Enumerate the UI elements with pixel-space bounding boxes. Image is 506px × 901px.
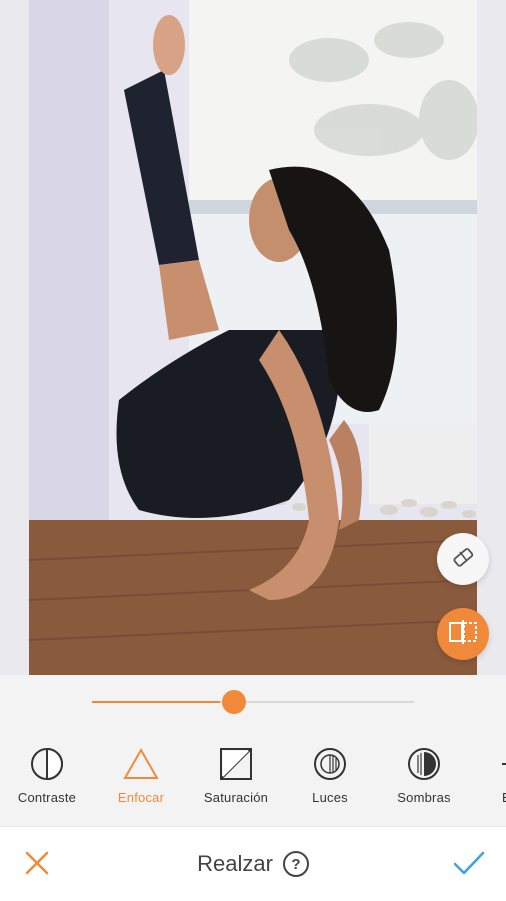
tool-saturacion[interactable]: Saturación: [193, 746, 279, 805]
eraser-icon: [450, 544, 476, 575]
tool-contraste[interactable]: Contraste: [4, 746, 90, 805]
compare-button[interactable]: [437, 608, 489, 660]
shadows-icon: [406, 746, 442, 787]
tool-luces[interactable]: Luces: [287, 746, 373, 805]
tool-label: Contraste: [17, 790, 77, 805]
tool-label: Enfocar: [117, 790, 165, 805]
partial-tool-icon: [476, 748, 506, 787]
slider-thumb[interactable]: [221, 690, 246, 714]
slider-fill: [92, 701, 220, 703]
cancel-button[interactable]: [20, 848, 54, 882]
contrast-icon: [29, 746, 65, 787]
highlights-icon: [312, 746, 348, 787]
tool-label: Luces: [312, 790, 348, 805]
confirm-button[interactable]: [450, 848, 488, 882]
tool-label: Saturación: [203, 790, 269, 805]
sharpen-triangle-icon: [122, 746, 160, 787]
eraser-button[interactable]: [437, 533, 489, 585]
page-title: Realzar: [197, 851, 273, 876]
tool-label: E: [476, 790, 506, 805]
photo-canvas[interactable]: [0, 0, 506, 675]
compare-icon: [448, 619, 478, 649]
tool-label: Sombras: [397, 790, 451, 805]
title-group: Realzar ?: [0, 827, 506, 901]
saturation-icon: [218, 746, 254, 787]
help-icon[interactable]: ?: [282, 851, 309, 877]
bottom-toolbar: Realzar ?: [0, 826, 506, 901]
edited-photo: [29, 0, 477, 675]
tool-strip: Contraste Enfocar Saturación Luces Sombr…: [0, 738, 506, 818]
tool-sombras[interactable]: Sombras: [381, 746, 467, 805]
checkmark-icon: [452, 849, 486, 882]
intensity-slider[interactable]: [0, 675, 506, 730]
slider-track[interactable]: [92, 690, 414, 714]
tool-enfocar[interactable]: Enfocar: [98, 746, 184, 805]
close-icon: [24, 850, 50, 881]
tool-partial[interactable]: E: [476, 748, 506, 805]
